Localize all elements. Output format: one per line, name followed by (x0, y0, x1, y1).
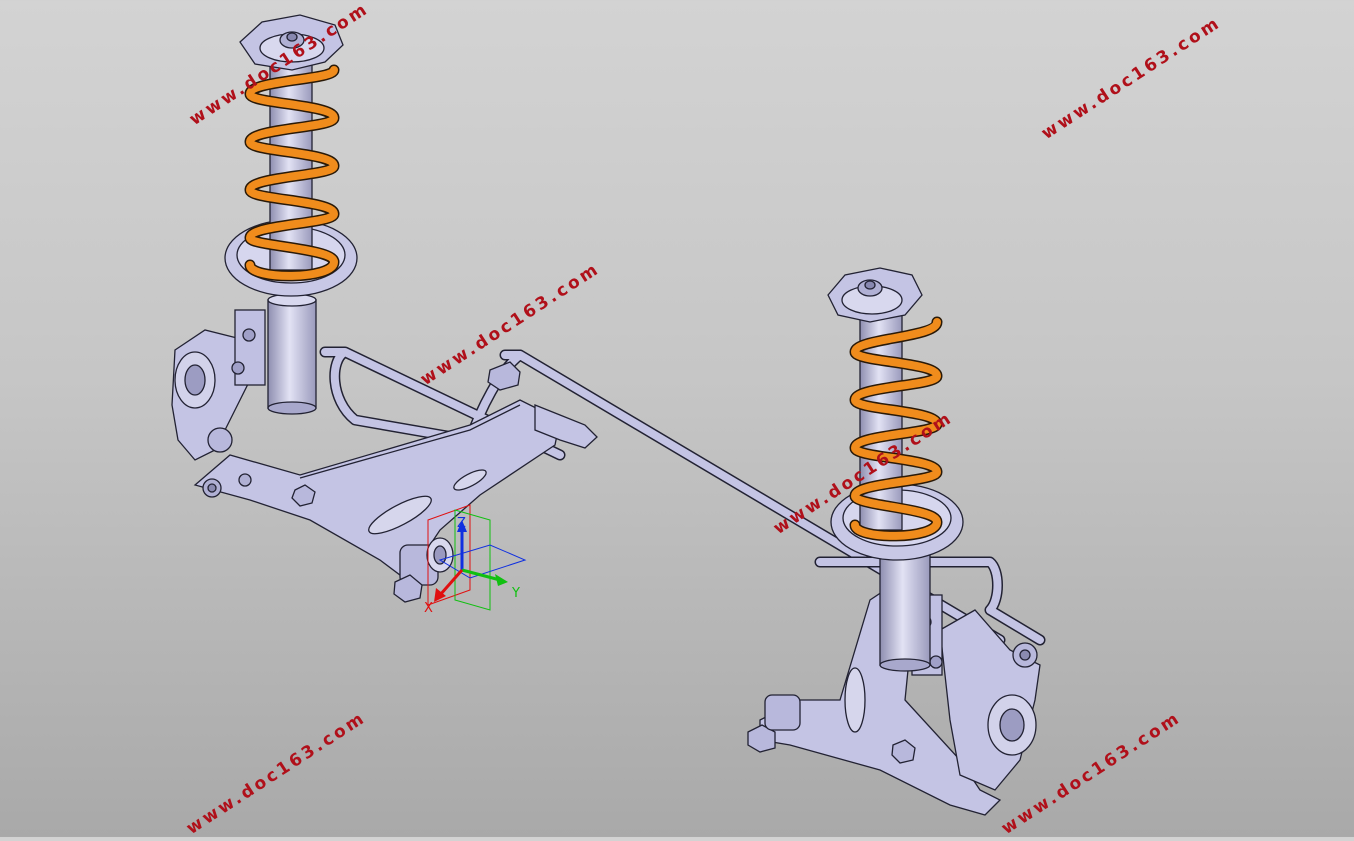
x-axis-label: X (424, 601, 433, 616)
y-axis-label: Y (511, 586, 520, 601)
x-axis-arrow (438, 569, 464, 596)
left-steering-knuckle[interactable] (171, 309, 266, 461)
y-axis-arrow (461, 568, 501, 582)
right-strut-top-mount[interactable] (827, 267, 923, 323)
suspension-assembly-model[interactable]: X Y Z (0, 0, 1354, 837)
z-axis-label: Z (457, 516, 466, 531)
cad-3d-viewport[interactable]: X Y Z www.doc163.com www.doc163.com www.… (0, 0, 1354, 839)
left-strut-top-mount[interactable] (239, 14, 344, 71)
